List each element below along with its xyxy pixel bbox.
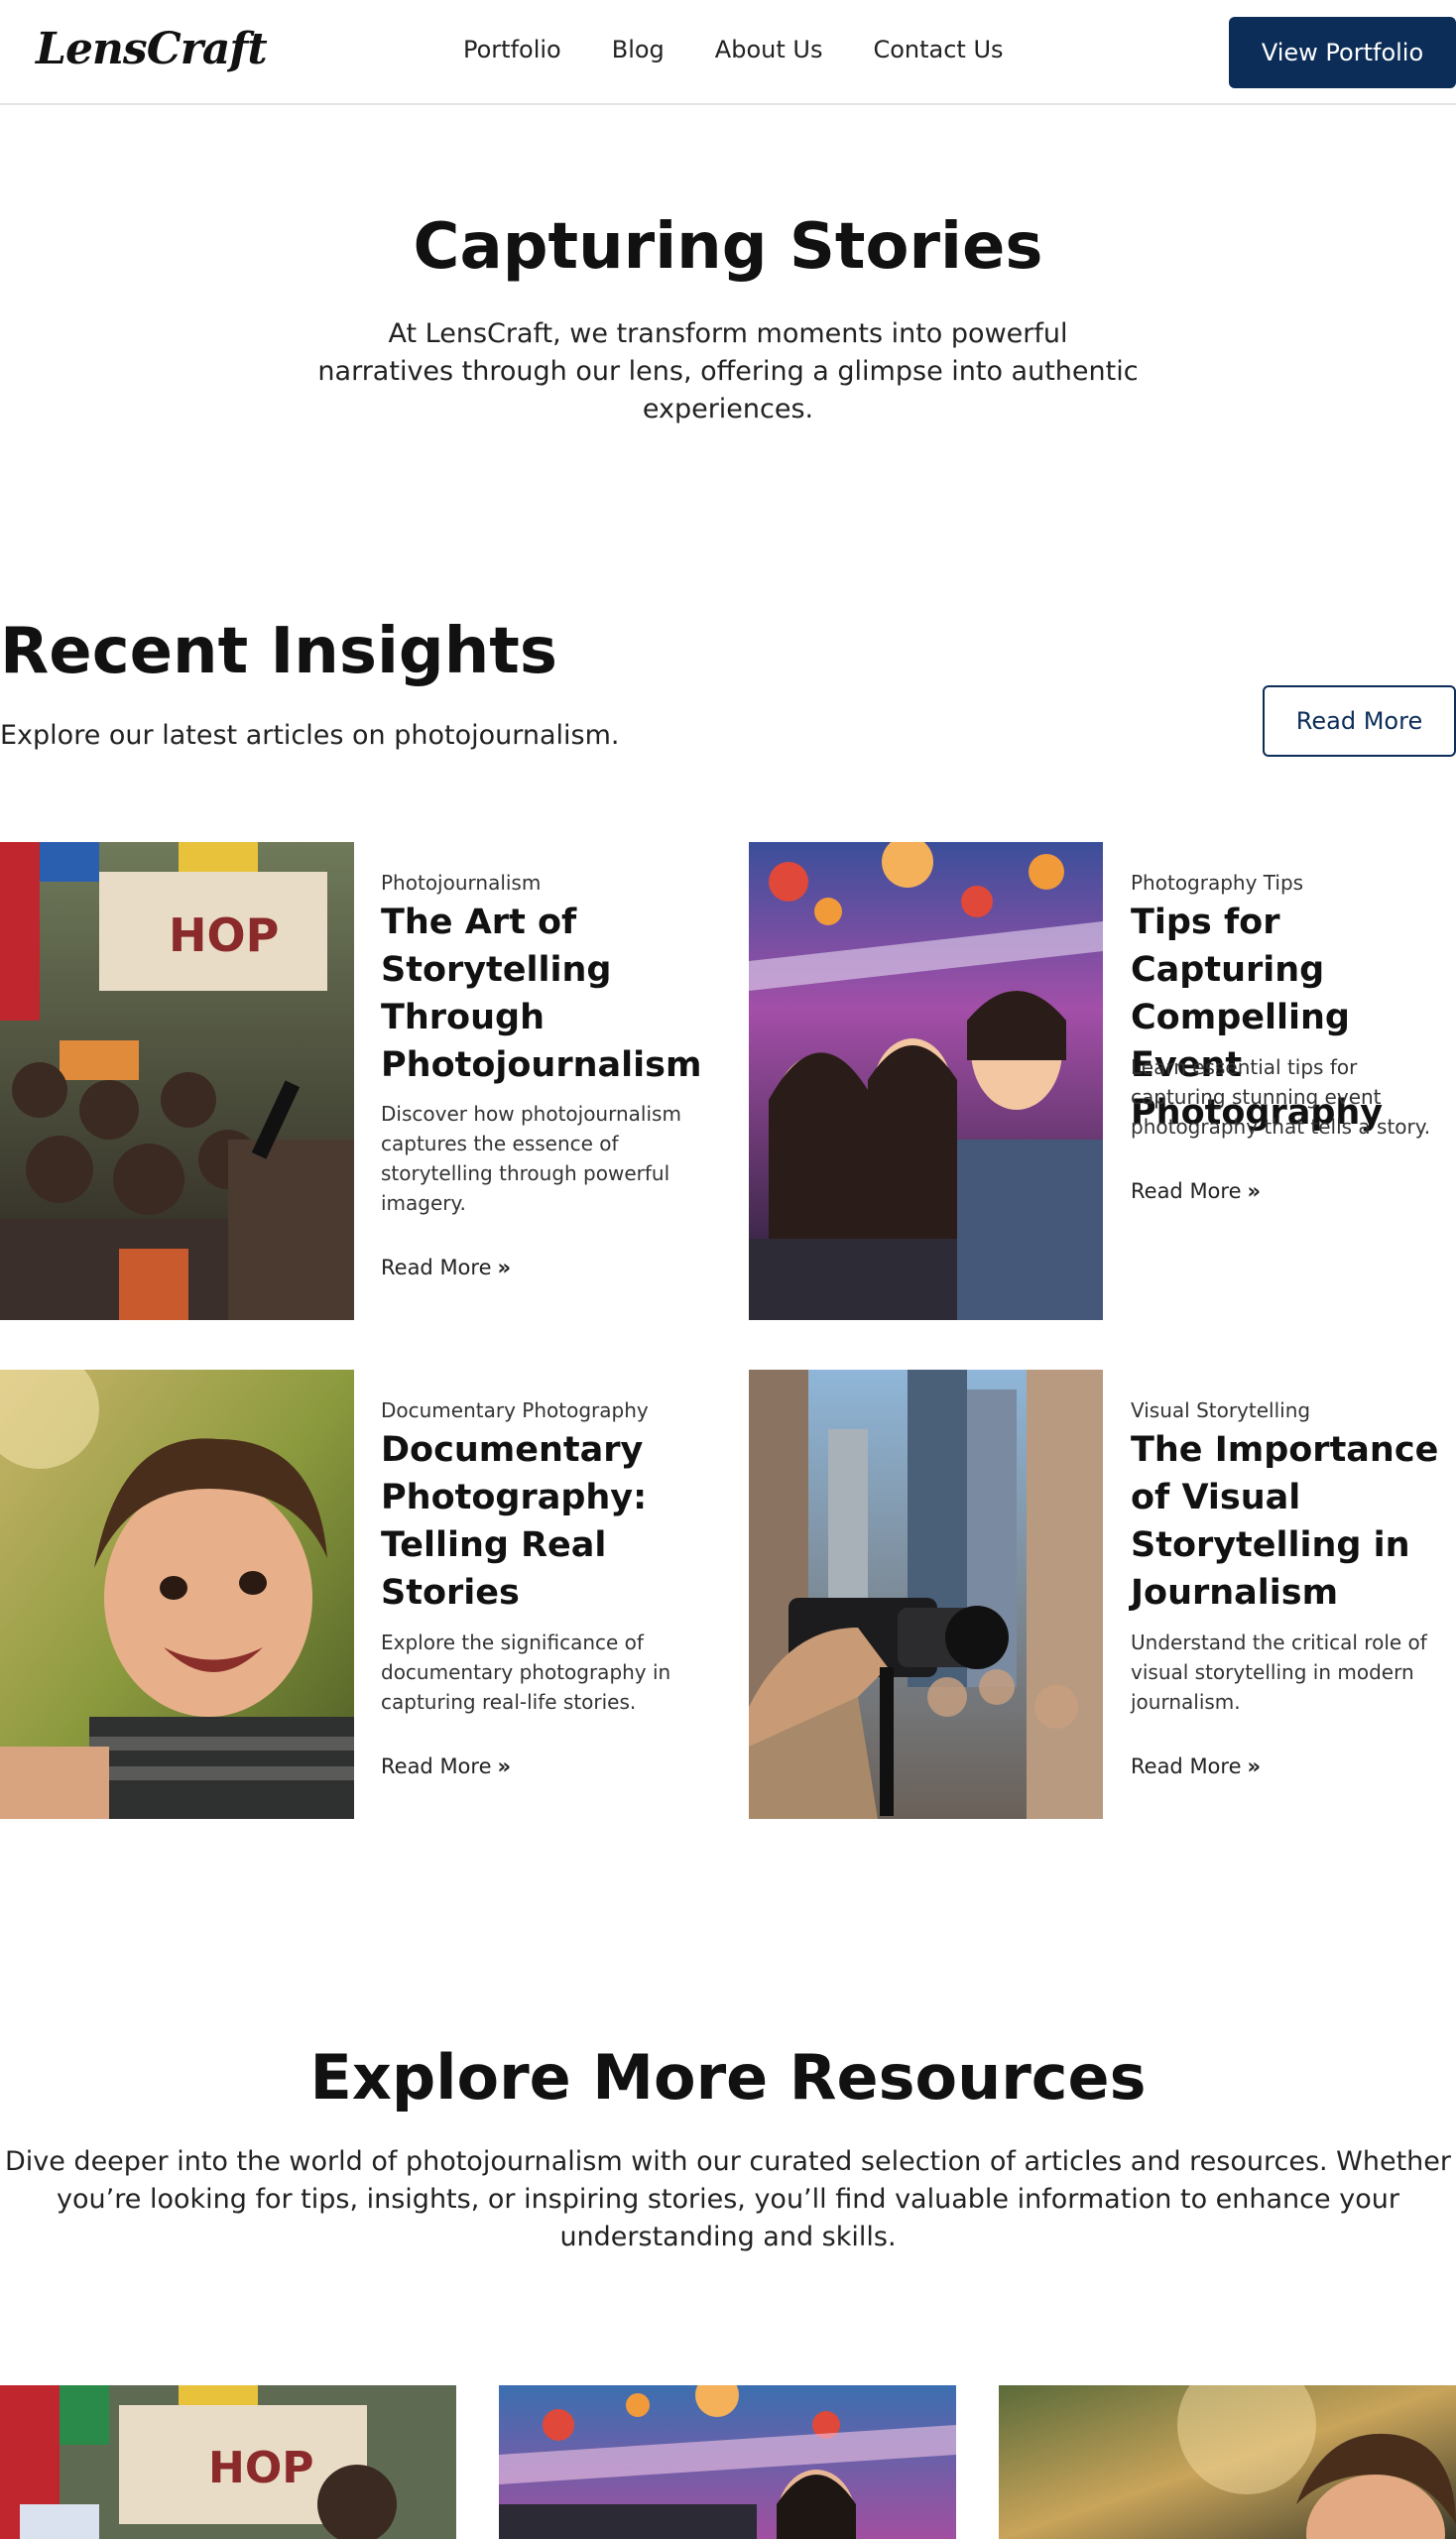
nav-about-us[interactable]: About Us [715,36,823,63]
nav-contact-us[interactable]: Contact Us [873,36,1003,63]
festival-crowd-photo[interactable] [749,842,1103,1320]
resource-child-photo[interactable] [999,2385,1456,2539]
card-read-more-link[interactable]: Read More» [381,1256,511,1279]
card-title[interactable]: The Art of Storytelling Through Photojou… [381,899,708,1089]
hero-title: Capturing Stories [413,210,1043,284]
card-category: Documentary Photography [381,1398,649,1422]
card-read-more-link[interactable]: Read More» [1131,1754,1261,1778]
hero-subtitle: At LensCraft, we transform moments into … [317,318,1139,424]
smiling-child-photo[interactable] [0,1370,354,1819]
resource-protest-photo[interactable]: HOP [0,2385,456,2539]
card-read-more-link[interactable]: Read More» [1131,1179,1261,1203]
read-more-button[interactable]: Read More [1263,685,1456,757]
camera-in-city-photo[interactable] [749,1370,1103,1819]
card-title[interactable]: Documentary Photography: Telling Real St… [381,1426,708,1617]
card-description: Discover how photojournalism captures th… [381,1102,681,1215]
svg-text:HOP: HOP [208,2443,313,2493]
card-category: Photojournalism [381,871,542,895]
double-chevron-right-icon: » [497,1256,512,1279]
card-read-more-link[interactable]: Read More» [381,1754,511,1778]
svg-text:HOP: HOP [169,908,279,962]
nav-blog[interactable]: Blog [612,36,665,63]
double-chevron-right-icon: » [497,1754,512,1778]
card-description: Explore the significance of documentary … [381,1631,671,1714]
card-description: Understand the critical role of visual s… [1131,1631,1427,1714]
card-title[interactable]: The Importance of Visual Storytelling in… [1131,1426,1453,1617]
recent-insights-subtitle: Explore our latest articles on photojour… [0,720,620,751]
double-chevron-right-icon: » [1247,1754,1262,1778]
recent-insights-title: Recent Insights [0,615,557,688]
nav-portfolio[interactable]: Portfolio [463,36,561,63]
card-category: Photography Tips [1131,871,1304,895]
card-category: Visual Storytelling [1131,1398,1311,1422]
card-description: Learn essential tips for capturing stunn… [1131,1055,1431,1139]
main-nav: Portfolio Blog About Us Contact Us [463,36,1004,63]
site-header: LensCraft Portfolio Blog About Us Contac… [0,0,1456,105]
explore-title: Explore More Resources [309,2041,1147,2114]
protest-crowd-photo[interactable]: HOP [0,842,354,1320]
resource-festival-photo[interactable] [499,2385,956,2539]
view-portfolio-button[interactable]: View Portfolio [1229,17,1456,88]
explore-subtitle: Dive deeper into the world of photojourn… [4,2146,1452,2252]
logo[interactable]: LensCraft [36,24,268,74]
double-chevron-right-icon: » [1247,1179,1262,1203]
